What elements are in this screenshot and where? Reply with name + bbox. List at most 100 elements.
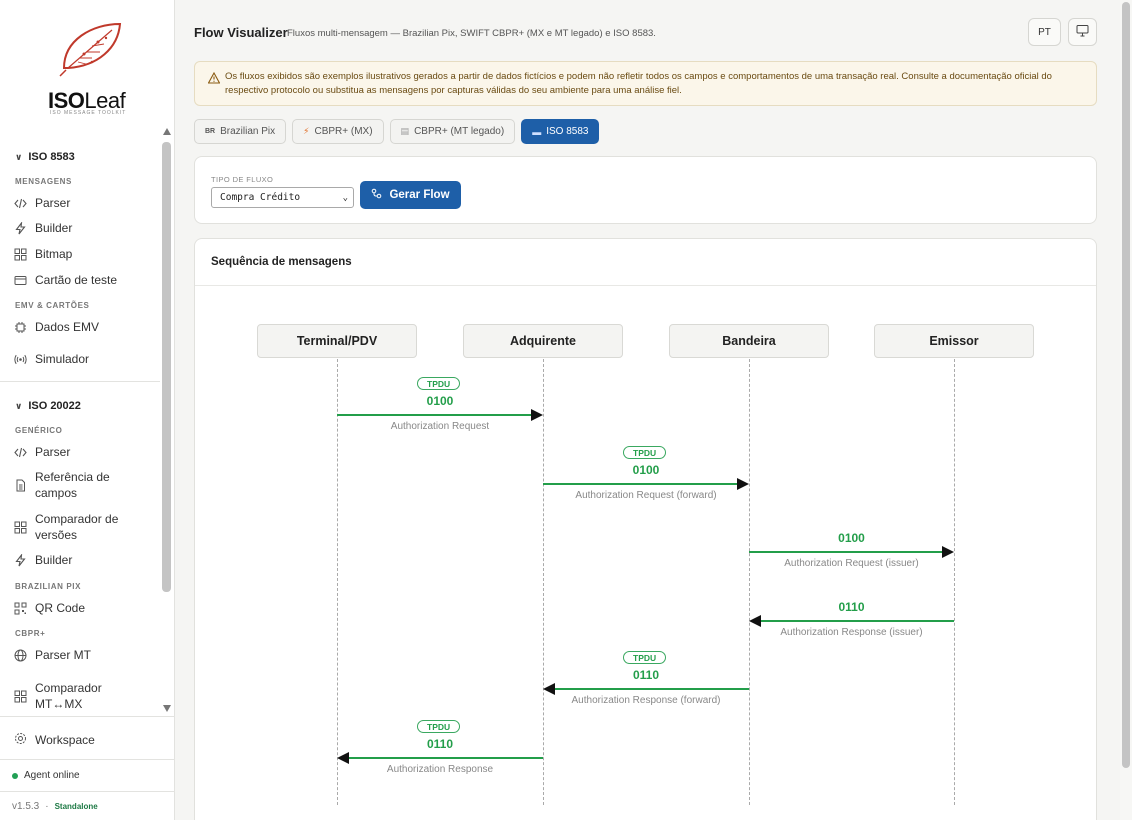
sidebar-item-label: Parser — [35, 445, 71, 459]
sidebar-item-referencia-campos[interactable]: Referência de campos — [14, 469, 154, 501]
sidebar: ISOLeaf ISO MESSAGE TOOLKIT ∨ ISO 8583 M… — [0, 0, 175, 820]
tab-brazilian-pix[interactable]: BR Brazilian Pix — [194, 119, 287, 144]
tpdu-badge: TPDU — [623, 446, 667, 459]
group-label-pix: BRAZILIAN PIX — [15, 582, 82, 591]
chevron-down-icon: ∨ — [15, 151, 23, 162]
page-subtitle: Fluxos multi-mensagem — Brazilian Pix, S… — [287, 28, 656, 39]
sidebar-item-simulador[interactable]: Simulador — [14, 351, 154, 367]
monitor-icon — [1076, 24, 1089, 40]
sidebar-item-label: Dados EMV — [35, 320, 100, 334]
sidebar-item-label: Parser MT — [35, 648, 92, 662]
message-label: Authorization Request (issuer) — [784, 558, 919, 569]
scroll-up-arrow-icon[interactable] — [163, 128, 171, 135]
tab-label: ISO 8583 — [546, 126, 589, 137]
agent-status: Agent online — [12, 770, 80, 781]
tab-label: CBPR+ (MT legado) — [414, 126, 505, 137]
message-code[interactable]: 0110 — [380, 737, 500, 751]
sidebar-item-workspace[interactable]: Workspace — [14, 732, 95, 748]
flow-type-label: TIPO DE FLUXO — [211, 175, 274, 184]
bolt-icon: ⚡ — [303, 126, 310, 136]
protocol-tabs: BR Brazilian Pix ⚡ CBPR+ (MX) ▤ CBPR+ (M… — [194, 119, 600, 144]
sidebar-item-cartao-de-teste[interactable]: Cartão de teste — [14, 272, 154, 288]
section-iso20022[interactable]: ∨ ISO 20022 — [15, 400, 81, 412]
message-code[interactable]: 0100 — [586, 463, 706, 477]
sidebar-item-label: Comparador MT↔MX — [35, 681, 102, 711]
chevron-down-icon: ⌄ — [342, 193, 348, 203]
sidebar-item-bitmap[interactable]: Bitmap — [14, 246, 154, 262]
sidebar-divider — [0, 759, 175, 760]
message-code[interactable]: 0100 — [380, 394, 500, 408]
sidebar-item-comparador-versoes[interactable]: Comparador de versões — [14, 511, 154, 543]
message-label: Authorization Request (forward) — [575, 490, 717, 501]
document-icon: ▤ — [400, 126, 410, 136]
sidebar-item-dados-emv[interactable]: Dados EMV — [14, 319, 154, 335]
disclaimer-text: Os fluxos exibidos são exemplos ilustrat… — [225, 71, 1052, 96]
message-label: Authorization Response (issuer) — [780, 627, 923, 638]
display-button[interactable] — [1068, 18, 1097, 46]
flow-type-select[interactable]: Compra Crédito ⌄ — [211, 187, 354, 208]
sidebar-item-parser-mt[interactable]: Parser MT — [14, 647, 154, 663]
arrowhead-icon — [337, 752, 349, 764]
sidebar-item-comparador-mt-mx[interactable]: Comparador MT↔MX — [14, 680, 154, 712]
tab-label: CBPR+ (MX) — [314, 126, 373, 137]
generate-flow-label: Gerar Flow — [389, 189, 450, 201]
sidebar-item-label: Builder — [35, 553, 73, 567]
sidebar-divider — [0, 716, 175, 717]
sidebar-item-parser-8583[interactable]: Parser — [14, 195, 154, 211]
scroll-down-arrow-icon[interactable] — [163, 705, 171, 712]
bolt-icon — [14, 221, 27, 235]
arrowhead-icon — [531, 409, 543, 421]
sidebar-item-label: Referência de campos — [35, 470, 110, 500]
page-scrollbar[interactable] — [1120, 0, 1132, 820]
message-code[interactable]: 0110 — [792, 600, 912, 614]
gear-icon — [14, 732, 27, 748]
sidebar-scrollbar[interactable] — [161, 128, 172, 716]
group-label-emv: EMV & CARTÕES — [15, 301, 90, 310]
arrowhead-icon — [749, 615, 761, 627]
scroll-thumb[interactable] — [162, 142, 171, 592]
code-icon — [14, 446, 27, 459]
generate-flow-button[interactable]: Gerar Flow — [360, 181, 461, 209]
tpdu-badge: TPDU — [623, 651, 667, 664]
message-code[interactable]: 0100 — [792, 531, 912, 545]
sidebar-item-label: Simulador — [35, 352, 90, 366]
code-icon — [14, 197, 27, 210]
tpdu-badge: TPDU — [417, 377, 461, 390]
message-label: Authorization Request — [390, 421, 490, 432]
sidebar-item-builder-8583[interactable]: Builder — [14, 220, 154, 236]
tab-cbpr-mx[interactable]: ⚡ CBPR+ (MX) — [292, 119, 384, 144]
brand-logo[interactable]: ISOLeaf ISO MESSAGE TOOLKIT — [0, 18, 175, 116]
chevron-down-icon: ∨ — [15, 400, 23, 411]
sidebar-item-parser-20022[interactable]: Parser — [14, 444, 154, 460]
page-scroll-thumb[interactable] — [1122, 2, 1130, 768]
broadcast-icon — [14, 353, 27, 366]
sidebar-divider — [0, 381, 160, 382]
main-content: Flow Visualizer Fluxos multi-mensagem — … — [176, 0, 1120, 820]
arrowhead-icon — [737, 478, 749, 490]
flow-type-value: Compra Crédito — [220, 192, 301, 203]
language-button[interactable]: PT — [1028, 18, 1061, 46]
grid-icon — [14, 690, 27, 703]
card-icon — [14, 274, 27, 287]
section-iso8583[interactable]: ∨ ISO 8583 — [15, 151, 75, 163]
flow-form-card: TIPO DE FLUXO Compra Crédito ⌄ Gerar Flo… — [194, 156, 1097, 224]
document-icon — [14, 479, 27, 492]
arrowhead-icon — [942, 546, 954, 558]
agent-status-label: Agent online — [24, 770, 80, 781]
sidebar-item-builder-20022[interactable]: Builder — [14, 552, 154, 568]
tab-cbpr-mt-legado[interactable]: ▤ CBPR+ (MT legado) — [389, 119, 516, 144]
page-title: Flow Visualizer — [194, 25, 288, 40]
message-code[interactable]: 0110 — [586, 668, 706, 682]
group-label-generico: GENÉRICO — [15, 426, 63, 435]
sidebar-item-qr-code[interactable]: QR Code — [14, 600, 154, 616]
tab-iso-8583[interactable]: ▬ ISO 8583 — [521, 119, 600, 144]
version-label: v1.5.3 — [12, 801, 40, 812]
sidebar-item-label: Parser — [35, 196, 71, 210]
group-label-cbpr: CBPR+ — [15, 629, 46, 638]
sidebar-item-label: QR Code — [35, 601, 86, 615]
tab-label: Brazilian Pix — [220, 126, 276, 137]
disclaimer-banner: Os fluxos exibidos são exemplos ilustrat… — [194, 61, 1097, 106]
version-info: v1.5.3 · Standalone — [12, 801, 98, 812]
message-label: Authorization Response — [386, 764, 494, 775]
grid-icon — [14, 248, 27, 261]
